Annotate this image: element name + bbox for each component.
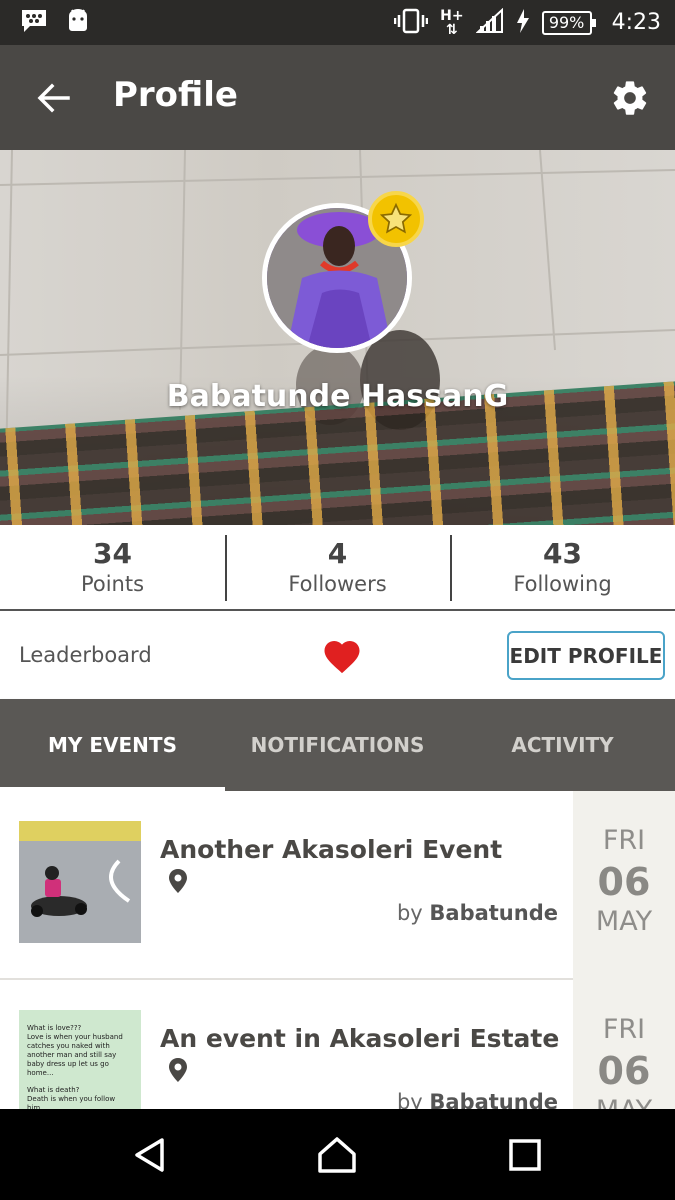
stat-value: 43 <box>543 537 582 570</box>
navigation-bar <box>0 1109 675 1200</box>
stat-label: Following <box>513 572 612 596</box>
signal-icon <box>475 7 504 38</box>
event-thumbnail <box>19 821 141 943</box>
event-day: 06 <box>597 1049 651 1093</box>
tab-activity[interactable]: ACTIVITY <box>450 699 675 791</box>
organizer-prefix: by <box>396 901 423 925</box>
event-title: An event in Akasoleri Estate <box>160 1024 560 1053</box>
nav-recents-button[interactable] <box>503 1133 547 1177</box>
location-pin-icon[interactable] <box>168 869 188 893</box>
event-weekday: FRI <box>602 1014 646 1045</box>
heart-icon <box>324 641 360 674</box>
event-weekday: FRI <box>602 825 646 856</box>
event-item[interactable]: What is love??? Love is when your husban… <box>0 980 675 1109</box>
event-thumbnail: What is love??? Love is when your husban… <box>19 1010 141 1109</box>
triangle-back-icon <box>135 1138 164 1172</box>
organizer-prefix: by <box>396 1090 423 1109</box>
event-day: 06 <box>597 860 651 904</box>
event-title: Another Akasoleri Event <box>160 835 503 864</box>
stat-followers[interactable]: 4 Followers <box>225 525 450 609</box>
avatar-container[interactable] <box>262 191 424 353</box>
organizer-name: Babatunde <box>429 1090 558 1109</box>
battery-indicator: 99% <box>541 10 596 35</box>
star-badge <box>368 191 424 247</box>
organizer-name: Babatunde <box>429 901 558 925</box>
event-date: FRI 06 MAY <box>573 980 675 1109</box>
event-month: MAY <box>595 906 653 937</box>
bbm-icon <box>20 8 48 38</box>
android-icon <box>66 8 90 38</box>
thumbnail-text: What is love??? <box>27 1024 82 1032</box>
edit-profile-button[interactable]: EDIT PROFILE <box>507 631 665 680</box>
charging-icon <box>516 8 530 37</box>
gear-icon <box>613 81 647 115</box>
status-bar: H+ ⇅ 99% 4:23 <box>0 0 675 45</box>
star-icon <box>379 202 413 234</box>
tab-notifications[interactable]: NOTIFICATIONS <box>225 699 450 791</box>
stat-label: Points <box>80 572 145 596</box>
arrow-left-icon <box>37 83 70 113</box>
profile-cover: Babatunde HassanG <box>0 150 675 525</box>
profile-stats: 34 Points 4 Followers 43 Following <box>0 525 675 611</box>
thumbnail-text: Love is when your husband catches you na… <box>27 1033 123 1077</box>
stat-label: Followers <box>288 572 387 596</box>
nav-back-button[interactable] <box>128 1133 172 1177</box>
settings-button[interactable] <box>607 75 653 121</box>
stat-value: 34 <box>93 537 132 570</box>
heart-button[interactable] <box>321 635 363 675</box>
event-month: MAY <box>573 1095 675 1109</box>
stat-value: 4 <box>327 537 348 570</box>
page-title: Profile <box>113 75 238 115</box>
event-organizer: by Babatunde <box>397 1090 558 1109</box>
event-list[interactable]: Another Akasoleri Event by Babatunde FRI… <box>0 791 675 1109</box>
location-pin-icon[interactable] <box>168 1058 188 1082</box>
tab-my-events[interactable]: MY EVENTS <box>0 699 225 791</box>
event-date: FRI 06 MAY <box>573 791 675 980</box>
event-organizer: by Babatunde <box>397 901 558 925</box>
profile-tabs: MY EVENTS NOTIFICATIONS ACTIVITY <box>0 699 675 791</box>
event-item[interactable]: Another Akasoleri Event by Babatunde FRI… <box>0 791 675 980</box>
nav-home-button[interactable] <box>315 1133 359 1177</box>
profile-actions: Leaderboard EDIT PROFILE <box>0 611 675 699</box>
thumbnail-text: What is death? <box>27 1086 80 1094</box>
stat-following[interactable]: 43 Following <box>450 525 675 609</box>
app-bar: Profile <box>0 45 675 150</box>
clock: 4:23 <box>611 10 661 35</box>
home-icon <box>318 1137 356 1173</box>
stat-points[interactable]: 34 Points <box>0 525 225 609</box>
thumbnail-text: Death is when you follow him... <box>27 1095 116 1109</box>
back-button[interactable] <box>30 75 76 121</box>
network-type-icon: H+ ⇅ <box>440 7 464 38</box>
leaderboard-link[interactable]: Leaderboard <box>19 643 152 667</box>
user-name: Babatunde HassanG <box>166 379 509 414</box>
vibrate-icon <box>393 8 429 38</box>
square-recents-icon <box>509 1139 541 1171</box>
